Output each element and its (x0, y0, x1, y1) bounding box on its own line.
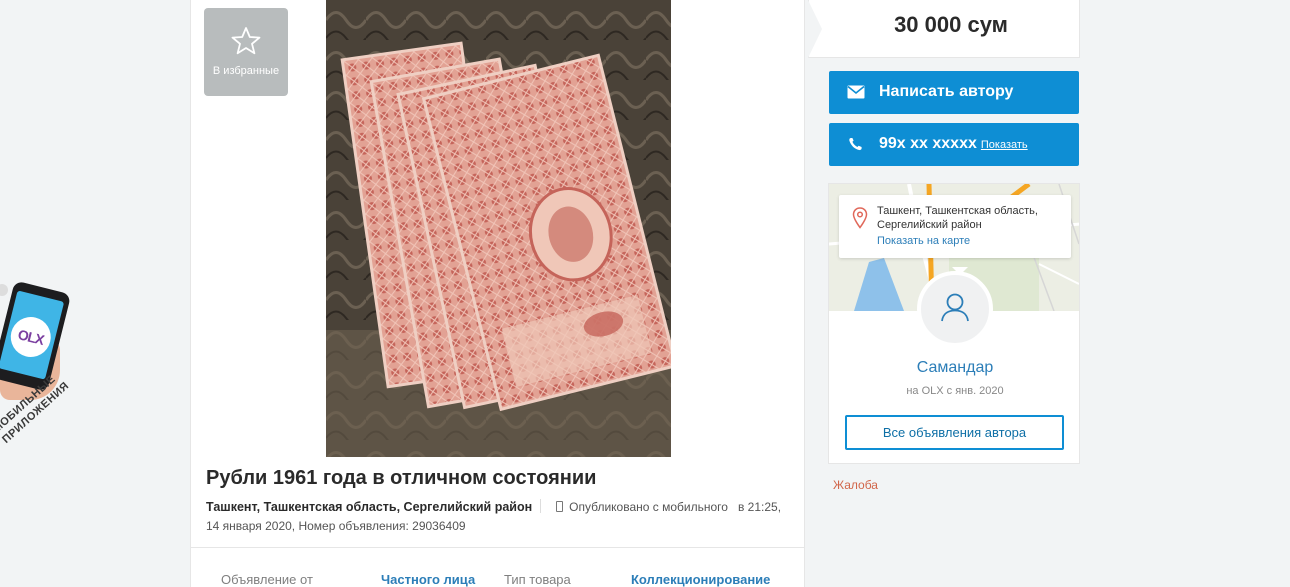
mobile-apps-promo[interactable]: OLX Мобильные приложения (0, 270, 110, 470)
detail-label: Объявление от (221, 572, 313, 587)
envelope-icon (847, 85, 865, 99)
phone-number: 99x xx xxxxx (879, 135, 977, 152)
page: OLX Мобильные приложения В избранные (0, 0, 1290, 587)
user-name[interactable]: Самандар (829, 359, 1079, 377)
divider (191, 547, 804, 548)
price-box: 30 000 сум (808, 0, 1080, 58)
show-phone-link[interactable]: Показать (981, 139, 1028, 151)
price: 30 000 сум (894, 12, 1008, 37)
detail-value[interactable]: Коллекционирование (631, 572, 770, 587)
detail-value[interactable]: Частного лица (381, 572, 475, 587)
listing-title: Рубли 1961 года в отличном состоянии (206, 467, 597, 489)
map-pin-icon (852, 207, 868, 229)
listing-photo[interactable] (326, 0, 671, 457)
listing-meta: Ташкент, Ташкентская область, Сергелийск… (206, 498, 796, 536)
favorite-label: В избранные (212, 65, 280, 77)
star-icon (231, 27, 261, 55)
all-ads-button[interactable]: Все объявления автора (845, 415, 1064, 450)
published-label: Опубликовано с мобильного (569, 500, 728, 514)
write-author-label: Написать автору (879, 83, 1014, 100)
user-since: на OLX с янв. 2020 (906, 385, 1004, 397)
olx-logo: OLX (6, 312, 56, 362)
phone-button[interactable]: 99x xx xxxxx Показать (829, 123, 1079, 166)
favorite-button[interactable]: В избранные (204, 8, 288, 96)
address-text: Ташкент, Ташкентская область, Сергелийск… (877, 205, 1038, 231)
write-author-button[interactable]: Написать автору (829, 71, 1079, 114)
user-icon (941, 293, 969, 322)
detail-label: Тип товара (504, 572, 571, 587)
phone-icon (849, 138, 862, 151)
user-card: Ташкент, Ташкентская область, Сергелийск… (828, 183, 1080, 464)
listing-location: Ташкент, Ташкентская область, Сергелийск… (206, 500, 533, 514)
complaint-link[interactable]: Жалоба (833, 478, 878, 492)
address-tooltip: Ташкент, Ташкентская область, Сергелийск… (839, 195, 1071, 275)
banknotes-photo (326, 0, 671, 457)
avatar[interactable] (917, 271, 993, 347)
listing-card: В избранные Рубли 1961 года в отличном с… (190, 0, 805, 587)
promo-close-icon[interactable] (0, 284, 8, 296)
mobile-icon (556, 501, 564, 512)
show-on-map-link[interactable]: Показать на карте (877, 235, 970, 247)
